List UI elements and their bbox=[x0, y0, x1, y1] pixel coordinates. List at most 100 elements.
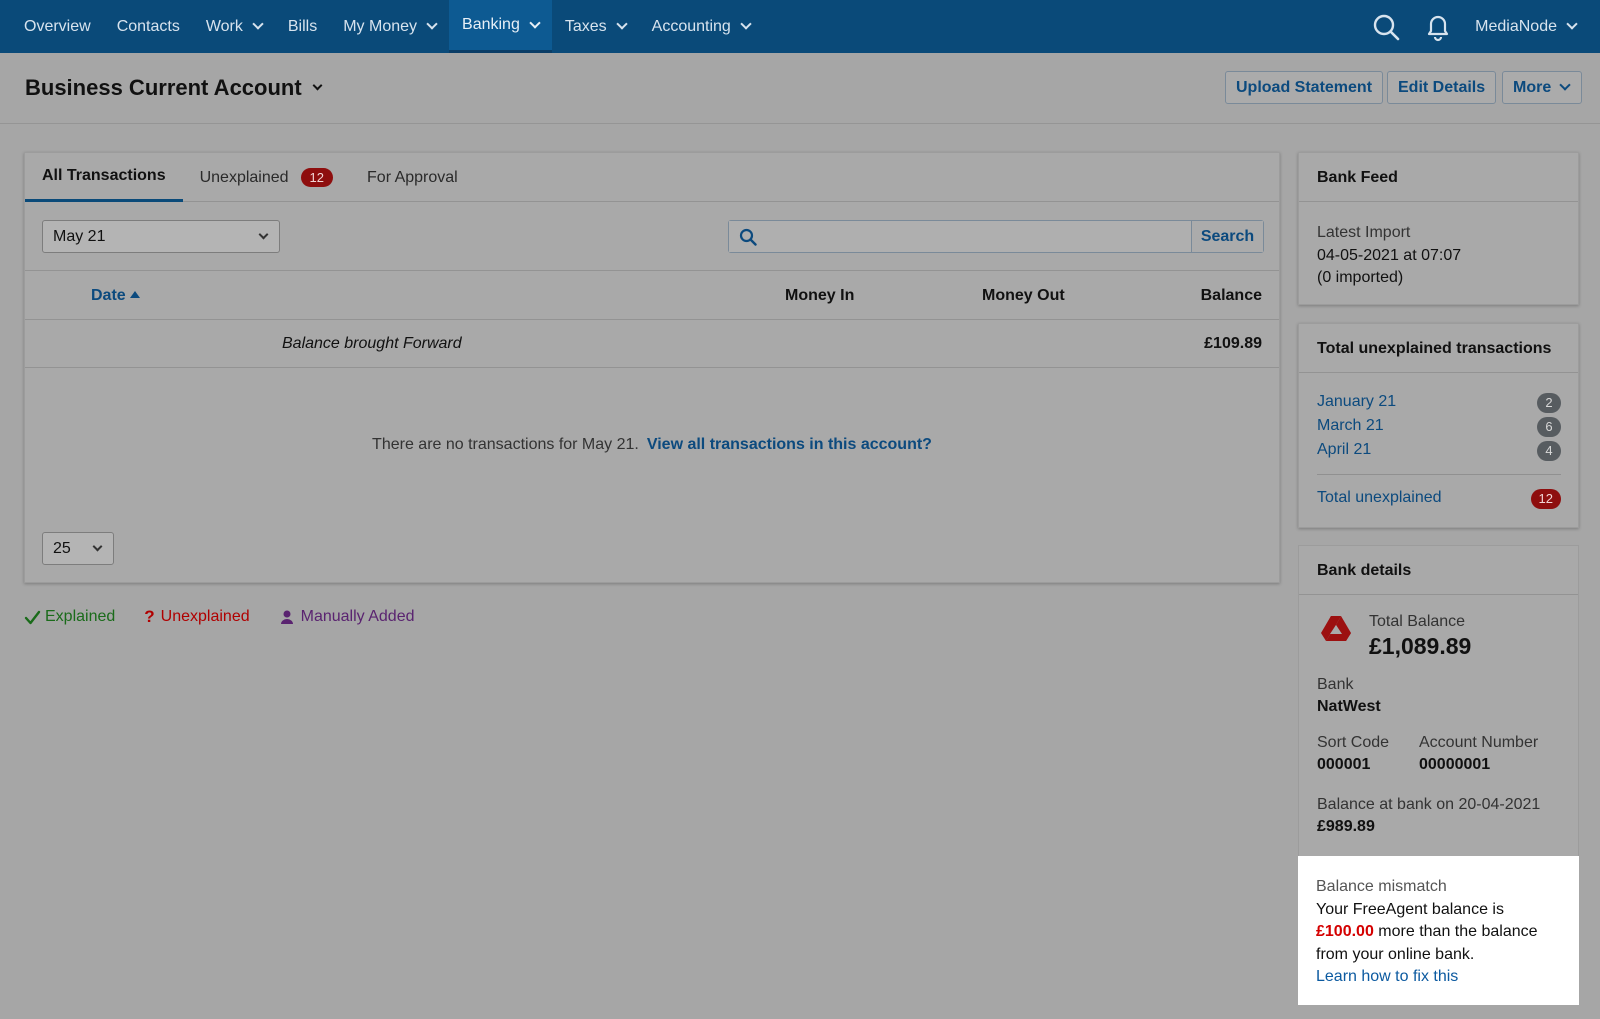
table-header: Date Money In Money Out Balance bbox=[25, 271, 1279, 320]
mismatch-text: Your FreeAgent balance is bbox=[1316, 900, 1504, 918]
nav-taxes[interactable]: Taxes bbox=[552, 0, 639, 53]
total-label: Total unexplained bbox=[1317, 489, 1442, 506]
latest-import-label: Latest Import bbox=[1317, 224, 1411, 241]
money-out-column-header: Money Out bbox=[982, 287, 1065, 304]
unexplained-month-row[interactable]: March 21 6 bbox=[1317, 417, 1561, 439]
column-label: Date bbox=[91, 287, 126, 304]
brought-forward-value: £109.89 bbox=[1204, 335, 1262, 352]
latest-import-value: 04-05-2021 at 07:07 bbox=[1317, 246, 1462, 264]
bank-feed-title: Bank Feed bbox=[1299, 153, 1578, 202]
filter-bar: May 21 Search bbox=[25, 202, 1279, 271]
chevron-down-icon bbox=[615, 18, 628, 30]
legend-label: Manually Added bbox=[300, 608, 415, 625]
divider bbox=[1317, 474, 1561, 475]
total-count-badge: 12 bbox=[1530, 489, 1561, 509]
view-all-transactions-link[interactable]: View all transactions in this account? bbox=[647, 436, 932, 453]
chevron-down-icon bbox=[258, 229, 269, 240]
month-select[interactable]: May 21 bbox=[42, 220, 280, 253]
total-unexplained-row[interactable]: Total unexplained 12 bbox=[1317, 489, 1561, 511]
bank-balance-value: £989.89 bbox=[1317, 818, 1375, 835]
unexplained-summary-card: Total unexplained transactions January 2… bbox=[1298, 323, 1579, 528]
balance-column-header: Balance bbox=[1200, 287, 1262, 304]
chevron-down-icon bbox=[426, 18, 438, 30]
unexplained-summary-title: Total unexplained transactions bbox=[1299, 324, 1578, 373]
unexplained-month-row[interactable]: January 21 2 bbox=[1317, 393, 1561, 415]
month-select-value: May 21 bbox=[53, 227, 106, 245]
page-title: Business Current Account bbox=[25, 75, 302, 100]
month-label: April 21 bbox=[1317, 441, 1372, 458]
search-button[interactable]: Search bbox=[1191, 221, 1263, 252]
nav-contacts[interactable]: Contacts bbox=[104, 0, 193, 53]
search-icon bbox=[739, 228, 757, 246]
mismatch-message: Your FreeAgent balance is £100.00 more t… bbox=[1316, 899, 1561, 967]
bank-details-title: Bank details bbox=[1299, 546, 1578, 595]
search-icon[interactable] bbox=[1371, 12, 1401, 42]
legend-manually-added: Manually Added bbox=[279, 607, 415, 627]
account-number-label: Account Number bbox=[1419, 734, 1539, 751]
unexplained-count-badge: 12 bbox=[300, 168, 334, 187]
nav-overview[interactable]: Overview bbox=[0, 0, 104, 53]
bank-balance-label: Balance at bank on 20-04-2021 bbox=[1317, 796, 1541, 813]
nav-bills[interactable]: Bills bbox=[275, 0, 330, 53]
nav-banking[interactable]: Banking bbox=[449, 0, 552, 53]
chevron-down-icon bbox=[1566, 18, 1578, 30]
tab-label: For Approval bbox=[367, 168, 458, 186]
total-balance-value: £1,089.89 bbox=[1369, 633, 1472, 659]
count-badge: 4 bbox=[1537, 441, 1561, 461]
bell-icon[interactable] bbox=[1423, 12, 1453, 42]
more-label: More bbox=[1513, 78, 1552, 96]
date-column-header[interactable]: Date bbox=[91, 287, 140, 305]
transaction-tabs: All Transactions Unexplained 12 For Appro… bbox=[25, 153, 1279, 202]
search-input[interactable] bbox=[729, 221, 1191, 252]
user-name: MediaNode bbox=[1475, 17, 1557, 35]
user-menu[interactable]: MediaNode bbox=[1475, 17, 1578, 36]
nav-label: Taxes bbox=[564, 17, 607, 35]
nav-label: Contacts bbox=[116, 17, 180, 35]
legend-explained: Explained bbox=[24, 607, 115, 627]
bank-name: NatWest bbox=[1317, 698, 1381, 715]
chevron-down-icon bbox=[1559, 79, 1571, 91]
chevron-down-icon bbox=[529, 16, 541, 29]
tab-for-approval[interactable]: For Approval bbox=[350, 153, 475, 202]
legend-unexplained: ? Unexplained bbox=[144, 607, 249, 627]
more-button[interactable]: More bbox=[1502, 71, 1583, 104]
total-balance-label: Total Balance bbox=[1369, 613, 1466, 630]
sort-code-label: Sort Code bbox=[1317, 734, 1390, 751]
person-icon bbox=[280, 610, 293, 624]
bank-details-card: Bank details Total Balance £1,089.89 Ban… bbox=[1298, 545, 1579, 857]
sort-ascending-icon bbox=[129, 291, 140, 298]
status-legend: Explained ? Unexplained Manually Added bbox=[24, 607, 443, 627]
month-label: January 21 bbox=[1317, 393, 1397, 410]
nav-my-money[interactable]: My Money bbox=[330, 0, 449, 53]
sort-code-value: 000001 bbox=[1317, 756, 1371, 773]
month-label: March 21 bbox=[1317, 417, 1384, 434]
chevron-down-icon bbox=[92, 541, 103, 552]
question-mark-icon: ? bbox=[144, 607, 155, 626]
empty-message: There are no transactions for May 21. Vie… bbox=[25, 436, 1279, 454]
tab-unexplained[interactable]: Unexplained 12 bbox=[183, 153, 350, 202]
mismatch-title: Balance mismatch bbox=[1316, 878, 1447, 895]
tab-label: All Transactions bbox=[42, 167, 166, 184]
empty-text: There are no transactions for May 21. bbox=[372, 436, 639, 453]
chevron-down-icon bbox=[740, 18, 752, 30]
tab-label: Unexplained bbox=[199, 168, 289, 186]
page-header: Business Current Account Upload Statemen… bbox=[0, 53, 1600, 124]
nav-work[interactable]: Work bbox=[193, 0, 275, 53]
per-page-select[interactable]: 25 bbox=[42, 532, 114, 565]
balance-mismatch-notice: Balance mismatch Your FreeAgent balance … bbox=[1298, 856, 1579, 1005]
nav-right: MediaNode bbox=[1371, 0, 1578, 53]
nav-label: Banking bbox=[462, 16, 520, 33]
tab-all-transactions[interactable]: All Transactions bbox=[25, 153, 183, 202]
nav-label: Bills bbox=[287, 17, 318, 35]
mismatch-amount: £100.00 bbox=[1316, 923, 1374, 940]
edit-details-button[interactable]: Edit Details bbox=[1387, 71, 1497, 104]
account-title-dropdown[interactable]: Business Current Account bbox=[25, 75, 323, 101]
learn-how-to-fix-link[interactable]: Learn how to fix this bbox=[1316, 968, 1458, 985]
per-page-value: 25 bbox=[53, 539, 71, 557]
count-badge: 2 bbox=[1537, 393, 1561, 413]
nav-label: Work bbox=[205, 17, 243, 35]
nav-accounting[interactable]: Accounting bbox=[639, 0, 763, 53]
unexplained-month-row[interactable]: April 21 4 bbox=[1317, 441, 1561, 463]
bank-label: Bank bbox=[1317, 676, 1354, 693]
upload-statement-button[interactable]: Upload Statement bbox=[1225, 71, 1384, 104]
